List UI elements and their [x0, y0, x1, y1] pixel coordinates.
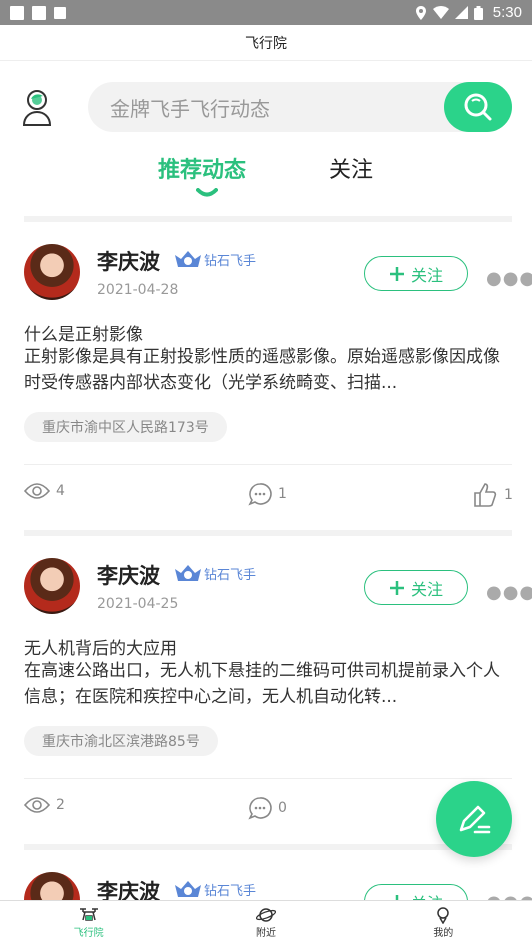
post-body[interactable]: 在高速公路出口，无人机下悬挂的二维码可供司机提前录入个人信息；在医院和疾控中心之… — [24, 658, 514, 710]
profile-avatar-button[interactable] — [22, 90, 52, 126]
post-card[interactable]: 李庆波 钻石飞手 2021-04-28 关注 ●●● 什么是正射影像 正射影像是… — [0, 216, 532, 526]
notification-icon — [10, 5, 24, 20]
tab-recommended[interactable]: 推荐动态 — [158, 152, 246, 184]
drone-icon — [79, 908, 98, 921]
author-avatar[interactable] — [24, 244, 80, 300]
author-avatar[interactable] — [24, 872, 80, 900]
nav-item-label: 附近 — [255, 928, 276, 939]
rank-badge: 钻石飞手 — [175, 564, 256, 583]
location-icon — [415, 5, 426, 20]
author-name[interactable]: 李庆波 — [97, 876, 160, 900]
battery-icon — [473, 5, 483, 20]
comment-icon — [248, 483, 272, 506]
follow-button[interactable]: 关注 — [364, 570, 468, 605]
post-title[interactable]: 无人机背后的大应用 — [24, 634, 177, 659]
comments-stat[interactable]: 1 — [248, 482, 287, 506]
author-avatar[interactable] — [24, 558, 80, 614]
follow-button-label: 关注 — [410, 265, 443, 285]
nav-item-label: 飞行院 — [73, 928, 104, 939]
search-button[interactable] — [444, 82, 512, 132]
status-bar: 5:30 — [0, 0, 532, 25]
page-title: 飞行院 — [245, 35, 287, 52]
search-placeholder: 金牌飞手飞行动态 — [110, 96, 270, 121]
wifi-icon — [432, 6, 449, 19]
diamond-badge-icon — [175, 564, 201, 581]
post-date: 2021-04-28 — [97, 282, 179, 298]
comments-count: 1 — [278, 486, 287, 502]
post-title[interactable]: 什么是正射影像 — [24, 320, 143, 345]
likes-stat[interactable]: 1 — [472, 482, 513, 508]
views-count: 2 — [56, 797, 65, 813]
more-options-icon[interactable]: ●●● — [486, 268, 532, 289]
comment-icon — [248, 797, 272, 820]
search-input[interactable]: 金牌飞手飞行动态 — [88, 82, 512, 132]
clock: 5:30 — [492, 4, 522, 21]
search-icon — [464, 93, 492, 121]
follow-button[interactable]: 关注 — [364, 884, 468, 900]
diamond-badge-icon — [175, 880, 201, 897]
rank-badge-label: 钻石飞手 — [204, 884, 257, 899]
post-body[interactable]: 正射影像是具有正射投影性质的遥感影像。原始遥感影像因成像时受传感器内部状态变化（… — [24, 344, 514, 396]
follow-button-label: 关注 — [410, 579, 443, 599]
divider — [24, 464, 512, 465]
rank-badge: 钻石飞手 — [175, 250, 256, 269]
planet-icon — [255, 908, 276, 922]
views-stat: 2 — [24, 796, 65, 814]
photo-notification-icon — [54, 6, 66, 19]
more-options-icon[interactable]: ●●● — [486, 892, 532, 900]
post-date: 2021-04-25 — [97, 596, 179, 612]
views-count: 4 — [56, 483, 65, 499]
signal-icon — [454, 6, 468, 19]
search-row: 金牌飞手飞行动态 — [0, 80, 532, 136]
location-tag[interactable]: 重庆市渝中区人民路173号 — [24, 412, 227, 442]
diamond-badge-icon — [175, 250, 201, 267]
nav-item-label: 我的 — [433, 928, 454, 939]
feed-tabs: 推荐动态 关注 — [0, 152, 532, 202]
active-tab-indicator — [196, 188, 218, 197]
follow-button-label: 关注 — [411, 890, 443, 901]
plus-icon — [389, 580, 404, 595]
comments-count: 0 — [278, 800, 287, 816]
rank-badge: 钻石飞手 — [175, 880, 256, 899]
nav-item-flight-academy[interactable]: 飞行院 — [0, 901, 177, 944]
location-tag[interactable]: 重庆市渝北区滨港路85号 — [24, 726, 218, 756]
post-card[interactable]: 李庆波 钻石飞手 关注 ●●● — [0, 844, 532, 900]
profile-icon — [437, 907, 450, 924]
plus-icon — [389, 266, 404, 281]
bottom-nav: 飞行院 附近 我的 — [0, 900, 532, 944]
more-options-icon[interactable]: ●●● — [486, 582, 532, 603]
notification-icon — [32, 5, 46, 20]
views-stat: 4 — [24, 482, 65, 500]
author-name[interactable]: 李庆波 — [97, 246, 160, 276]
eye-icon — [24, 797, 50, 813]
status-indicators: 5:30 — [415, 4, 522, 21]
follow-button[interactable]: 关注 — [364, 256, 468, 291]
user-avatar-icon — [22, 90, 52, 126]
divider — [24, 778, 512, 779]
rank-badge-label: 钻石飞手 — [204, 254, 257, 269]
compose-post-button[interactable] — [436, 781, 512, 857]
nav-item-mine[interactable]: 我的 — [355, 901, 532, 944]
comments-stat[interactable]: 0 — [248, 796, 287, 820]
title-bar: 飞行院 — [0, 25, 532, 61]
tab-following[interactable]: 关注 — [329, 152, 373, 184]
author-name[interactable]: 李庆波 — [97, 560, 160, 590]
edit-pen-icon — [459, 805, 491, 834]
rank-badge-label: 钻石飞手 — [204, 568, 257, 583]
nav-item-nearby[interactable]: 附近 — [177, 901, 354, 944]
thumbs-up-icon — [474, 483, 497, 507]
eye-icon — [24, 483, 50, 499]
likes-count: 1 — [504, 487, 513, 503]
